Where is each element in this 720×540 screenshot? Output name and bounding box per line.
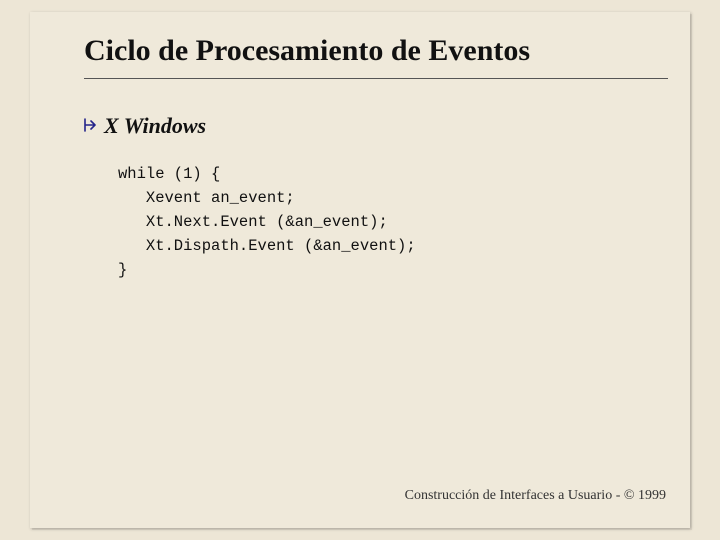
- section-heading: X Windows: [104, 113, 206, 139]
- slide: Ciclo de Procesamiento de Eventos X Wind…: [0, 0, 720, 540]
- footer-text: Construcción de Interfaces a Usuario - ©…: [405, 488, 666, 504]
- title-underline: [84, 78, 668, 79]
- slide-title: Ciclo de Procesamiento de Eventos: [84, 34, 670, 68]
- code-block: while (1) { Xevent an_event; Xt.Next.Eve…: [118, 162, 416, 282]
- bullet-icon: [84, 118, 96, 132]
